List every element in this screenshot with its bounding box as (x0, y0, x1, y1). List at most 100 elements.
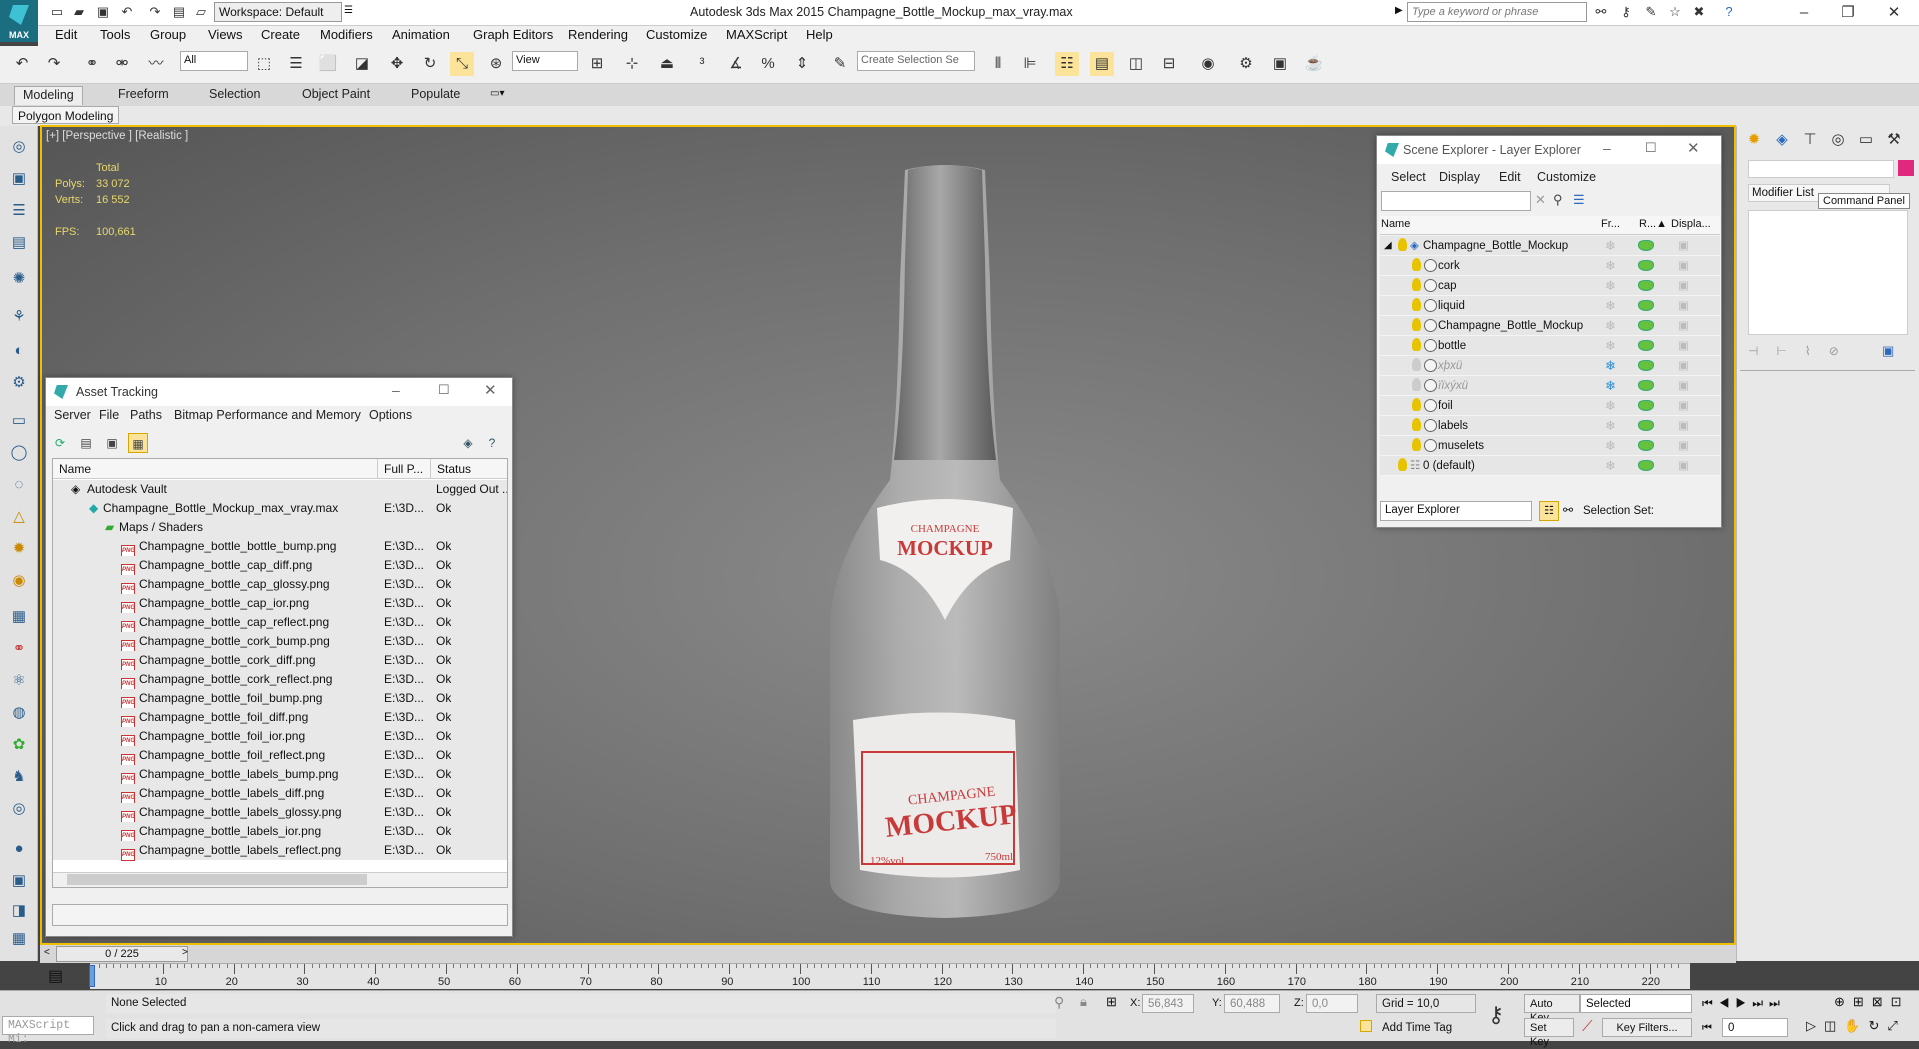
asset-menu-file[interactable]: File (99, 408, 119, 422)
app-logo[interactable]: MAX (0, 0, 38, 42)
layer-row-2[interactable]: liquid ❄ ▣ (1380, 296, 1720, 316)
display-box-icon[interactable]: ▣ (1678, 296, 1689, 316)
table-row[interactable]: PNG Champagne_bottle_foil_ior.png E:\3D...… (53, 727, 507, 747)
help-icon[interactable]: ? (1720, 3, 1738, 21)
table-row[interactable]: ◆ Champagne_Bottle_Mockup_max_vray.max E:\… (53, 499, 507, 518)
asset-tracking-window[interactable]: Asset Tracking – ☐ ✕ Server File Paths B… (45, 377, 513, 937)
freeze-icon[interactable]: ❄ (1605, 276, 1616, 296)
curve-editor-icon[interactable]: ◫ (1124, 52, 1148, 76)
list-view-icon[interactable]: ▤ (76, 433, 96, 453)
render-teapot-icon[interactable] (1638, 360, 1654, 371)
render-teapot-icon[interactable] (1638, 300, 1654, 311)
display-tab-icon[interactable]: ▭ (1854, 128, 1878, 152)
layer-row-0[interactable]: cork ❄ ▣ (1380, 256, 1720, 276)
edit-named-selection-icon[interactable]: ✎ (828, 52, 852, 76)
z-coord-field[interactable]: 0,0 (1306, 994, 1358, 1013)
object-name-field[interactable] (1748, 160, 1894, 178)
motion-tab-icon[interactable]: ◎ (1826, 128, 1850, 152)
menu-maxscript[interactable]: MAXScript (726, 27, 787, 42)
menu-animation[interactable]: Animation (392, 27, 450, 42)
render-icon[interactable]: ▣ (8, 870, 30, 892)
percent-snap-icon[interactable]: % (756, 52, 780, 76)
table-row[interactable]: ◈ Autodesk Vault Logged Out ... (53, 480, 507, 499)
freeze-icon[interactable]: ❄ (1605, 396, 1616, 416)
col-status[interactable]: Status (431, 459, 507, 479)
snaps-toggle-icon[interactable]: ³ (690, 52, 714, 76)
freeze-icon[interactable]: ❄ (1605, 316, 1616, 336)
layer-explorer-dropdown[interactable]: Layer Explorer (1380, 501, 1532, 521)
sun-icon[interactable]: ✹ (8, 538, 30, 560)
workspace-menu-icon[interactable]: ☰ (344, 5, 353, 16)
display-box-icon[interactable]: ▣ (1678, 376, 1689, 396)
close-icon[interactable]: ✕ (1874, 3, 1914, 23)
visibility-bulb-icon[interactable] (1412, 278, 1421, 291)
utilities-tab-icon[interactable]: ⚒ (1882, 128, 1906, 152)
layer-row-default[interactable]: ☷ 0 (default) ❄ ▣ (1380, 456, 1720, 476)
thumbnail-view-icon[interactable]: ▣ (102, 433, 122, 453)
undo-icon[interactable]: ↶ (10, 52, 34, 76)
horse-icon[interactable]: ♞ (8, 766, 30, 788)
workspace-dropdown[interactable]: Workspace: Default (214, 2, 342, 22)
menu-edit[interactable]: Edit (55, 27, 77, 42)
visibility-bulb-icon[interactable] (1412, 398, 1421, 411)
asset-menu-bitmap[interactable]: Bitmap Performance and Memory (174, 408, 361, 422)
display-box-icon[interactable]: ▣ (1678, 456, 1689, 476)
menu-create[interactable]: Create (261, 27, 300, 42)
schematic-view-icon[interactable]: ⊟ (1157, 52, 1181, 76)
foliage-icon[interactable]: ✿ (8, 734, 30, 756)
tab-populate[interactable]: Populate (403, 86, 468, 105)
container-icon[interactable]: ◎ (8, 136, 30, 158)
mini-curve-editor-icon[interactable]: ▤ (48, 966, 63, 986)
select-manipulate-icon[interactable]: ⊹ (620, 52, 644, 76)
path-field[interactable] (52, 904, 508, 926)
redo-icon[interactable]: ↷ (42, 52, 66, 76)
close-icon[interactable]: ✕ (1687, 139, 1700, 157)
infocenter-arrow-icon[interactable]: ▶ (1395, 5, 1403, 16)
ref-coord-dropdown[interactable]: View (512, 51, 578, 71)
align-icon[interactable]: ⊫ (1018, 52, 1042, 76)
display-box-icon[interactable]: ▣ (1678, 436, 1689, 456)
toggle-ribbon-icon[interactable]: ▤ (1090, 52, 1114, 76)
table-row[interactable]: PNG Champagne_bottle_cork_diff.png E:\3D..… (53, 651, 507, 671)
render-teapot-icon[interactable] (1638, 280, 1654, 291)
save-icon[interactable]: ▣ (94, 3, 112, 21)
table-row[interactable]: PNG Champagne_bottle_labels_glossy.png E:\… (53, 803, 507, 823)
scale-icon[interactable]: ⤡ (450, 52, 474, 76)
lock-selection-icon[interactable]: 🔒︎ (1080, 994, 1087, 1010)
menu-rendering[interactable]: Rendering (568, 27, 628, 42)
next-frame-icon[interactable]: > (182, 947, 188, 958)
tab-modeling[interactable]: Modeling (14, 86, 83, 105)
layer-explorer-icon[interactable]: ☷ (1055, 52, 1079, 76)
visibility-bulb-icon[interactable] (1412, 318, 1421, 331)
spinner-snap-icon[interactable]: ⇕ (790, 52, 814, 76)
table-row[interactable]: PNG Champagne_bottle_cap_diff.png E:\3D...… (53, 556, 507, 576)
search-input[interactable]: Type a keyword or phrase (1407, 2, 1587, 22)
maximize-icon[interactable]: ☐ (1645, 140, 1657, 156)
table-row[interactable]: PNG Champagne_bottle_cap_glossy.png E:\3D.… (53, 575, 507, 595)
polygon-modeling-panel[interactable]: Polygon Modeling (12, 106, 120, 124)
particle-icon[interactable]: ✺ (8, 268, 30, 290)
tab-object-paint[interactable]: Object Paint (294, 86, 378, 105)
binoculars-icon[interactable]: ⚯ (1592, 3, 1610, 21)
key-mode-dropdown[interactable]: Selected (1580, 994, 1692, 1013)
molecule-icon[interactable]: ⚭ (8, 638, 30, 660)
globe-icon[interactable]: ◍ (8, 702, 30, 724)
auto-key-button[interactable]: Auto Key (1524, 994, 1580, 1024)
key-mode-toggle-icon[interactable]: ⏮ (1702, 1022, 1712, 1035)
prev-frame-icon[interactable]: < (44, 947, 50, 958)
scene-menu-customize[interactable]: Customize (1537, 170, 1596, 184)
material-editor-icon[interactable]: ◉ (1196, 52, 1220, 76)
scene-col-render[interactable]: R...▲ (1639, 218, 1667, 230)
freeze-icon[interactable]: ❄ (1605, 236, 1616, 256)
window-crossing-icon[interactable]: ◪ (350, 52, 374, 76)
minimize-icon[interactable]: – (392, 382, 400, 398)
render-teapot-icon[interactable] (1638, 440, 1654, 451)
table-row[interactable]: PNG Champagne_bottle_labels_bump.png E:\3D… (53, 765, 507, 785)
scene-col-name[interactable]: Name (1381, 218, 1410, 230)
layer-row-1[interactable]: cap ❄ ▣ (1380, 276, 1720, 296)
freeze-icon[interactable]: ❄ (1605, 296, 1616, 316)
champagne-bottle-model[interactable]: CHAMPAGNE MOCKUP CHAMPAGNE MOCKUP 12%vol… (820, 160, 1070, 920)
scene-menu-display[interactable]: Display (1439, 170, 1480, 184)
sound-icon[interactable]: ◐ (8, 340, 30, 362)
set-key-button[interactable]: Set Key (1524, 1018, 1574, 1048)
